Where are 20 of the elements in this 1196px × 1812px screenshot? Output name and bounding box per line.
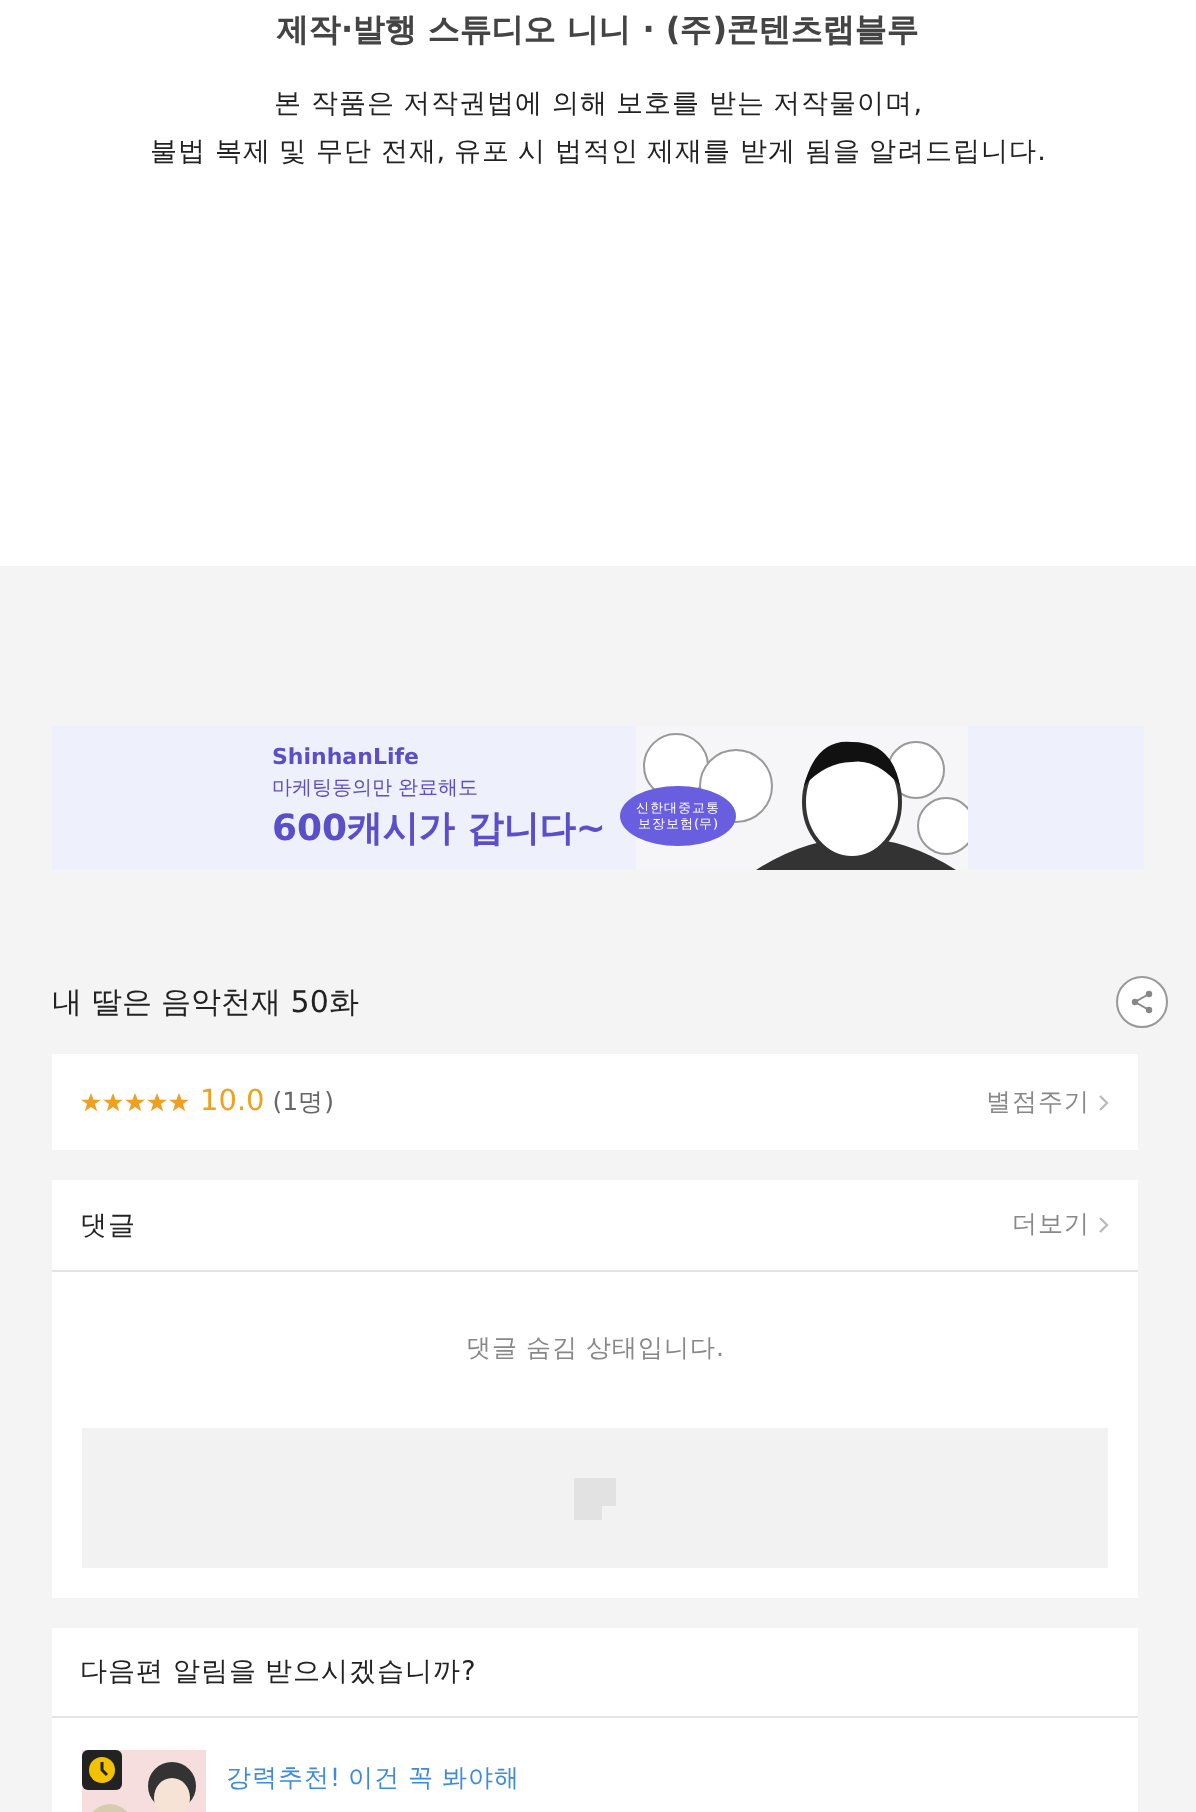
rate-link[interactable]: 별점주기 xyxy=(986,1085,1110,1119)
chevron-icon xyxy=(1098,1216,1110,1234)
rating-score: 10.0 xyxy=(200,1086,265,1118)
chevron-icon xyxy=(1098,1093,1110,1111)
more-link[interactable]: 더보기 xyxy=(1012,1208,1110,1242)
recommendation-tag: 강력추천! 이건 꼭 봐야해 xyxy=(226,1762,520,1796)
share-icon xyxy=(1130,990,1154,1014)
hidden-comments-message: 댓글 숨김 상태입니다. xyxy=(464,1332,726,1366)
episode-title: 내 딸은 음악천재 50화 xyxy=(52,983,359,1021)
rating-count: (1명) xyxy=(272,1085,335,1119)
notification-question: 다음편 알림을 받으시겠습니까? xyxy=(80,1654,476,1690)
notice-text: 불법 복제 및 무단 전재, 유포 시 법적인 제재를 받게 됨을 알려드립니다. xyxy=(150,134,1046,170)
clock-icon xyxy=(82,1750,122,1790)
brand-logo: ShinhanLife xyxy=(272,744,421,770)
share-button[interactable] xyxy=(1116,976,1168,1028)
notice-text: 본 작품은 저작권법에 의해 보호를 받는 저작물이며, xyxy=(273,86,923,122)
ad-headline: 600캐시가 갑니다~ xyxy=(272,806,606,852)
credits-text: 제작·발행 스튜디오 니니 · (주)콘텐츠랩블루 xyxy=(276,10,920,52)
comments-title: 댓글 xyxy=(80,1207,136,1243)
ad-text: 마케팅동의만 완료해도 xyxy=(272,776,481,802)
